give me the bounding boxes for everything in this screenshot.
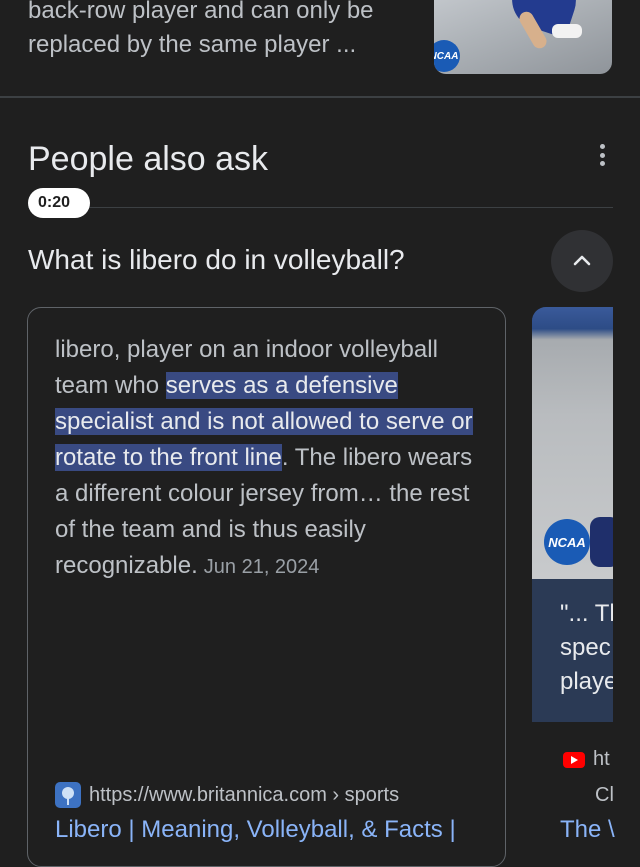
video-source-row[interactable]: ht xyxy=(563,748,610,771)
video-snippet-line: playe xyxy=(560,668,613,695)
people-also-ask-title: People also ask xyxy=(28,140,269,178)
snippet-line: replaced by the same player ... xyxy=(28,31,357,58)
source-row[interactable]: https://www.britannica.com › sports xyxy=(55,782,399,808)
more-options-icon[interactable] xyxy=(590,140,614,170)
collapse-button[interactable] xyxy=(551,230,613,292)
divider xyxy=(28,207,613,208)
section-divider xyxy=(0,96,640,98)
video-title-link[interactable]: The \ xyxy=(560,816,615,844)
video-card[interactable]: NCAA "... Th spec playe xyxy=(532,307,613,722)
paa-question[interactable]: What is libero do in volleyball? xyxy=(28,242,405,278)
ncaa-logo-icon: NCAA xyxy=(544,519,590,565)
video-thumbnail[interactable]: NCAA xyxy=(532,307,613,579)
video-snippet-line: spec xyxy=(560,634,611,661)
answer-date: Jun 21, 2024 xyxy=(203,556,320,578)
source-title-link[interactable]: Libero | Meaning, Volleyball, & Facts | xyxy=(55,816,456,844)
answer-text: libero, player on an indoor volleyball t… xyxy=(55,332,485,585)
player-figure xyxy=(590,517,613,567)
answer-card[interactable]: libero, player on an indoor volleyball t… xyxy=(27,307,506,867)
video-duration-badge: 0:20 xyxy=(28,188,90,218)
chevron-up-icon xyxy=(573,255,591,266)
ncaa-logo-icon: NCAA xyxy=(434,40,460,72)
youtube-icon xyxy=(563,751,585,768)
video-snippet: "... Th spec playe xyxy=(560,597,613,699)
snippet-line: back-row player and can only be xyxy=(28,0,374,24)
top-result-thumbnail[interactable]: NCAA xyxy=(434,0,612,74)
source-url[interactable]: https://www.britannica.com › sports xyxy=(89,784,399,807)
britannica-favicon-icon xyxy=(55,782,81,808)
top-result-snippet: back-row player and can only be replaced… xyxy=(28,0,408,62)
video-snippet-line: "... Th xyxy=(560,600,613,627)
video-channel: Cl xyxy=(595,784,614,806)
video-source-url[interactable]: ht xyxy=(593,748,610,771)
player-shoe xyxy=(552,24,582,38)
